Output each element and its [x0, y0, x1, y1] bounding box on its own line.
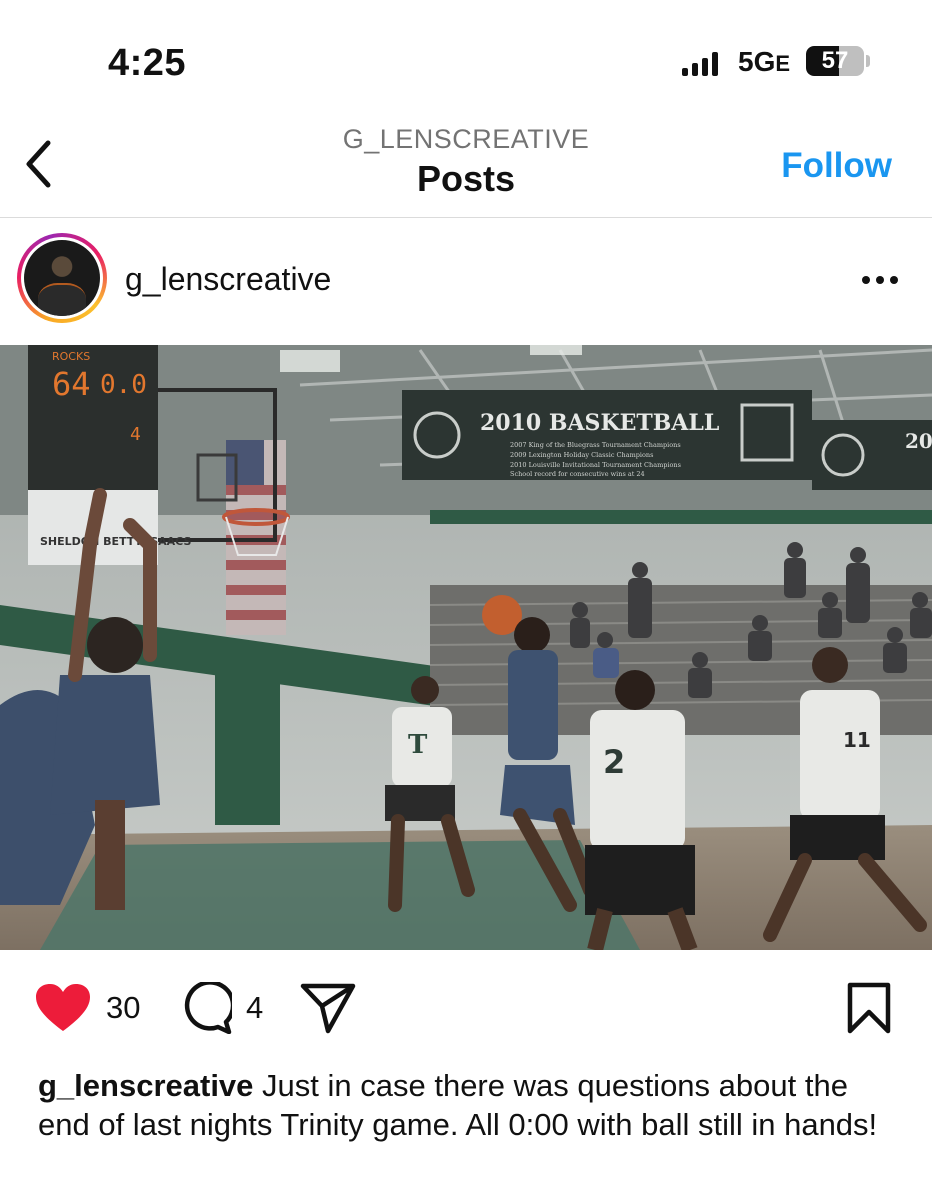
caption-username[interactable]: g_lenscreative — [38, 1068, 253, 1103]
network-suffix: E — [775, 51, 791, 76]
network-type: 5GE — [738, 46, 790, 78]
scoreboard-sponsor: SHELDON BETTY ISAACS — [40, 535, 191, 548]
like-count: 30 — [106, 990, 141, 1025]
banner-line-3: 2010 Louisville Invitational Tournament … — [510, 461, 681, 469]
scoreboard-period: 4 — [130, 424, 141, 445]
comment-icon — [184, 982, 232, 1034]
post-username[interactable]: g_lenscreative — [125, 261, 331, 298]
scoreboard-clock: 0.0 — [100, 370, 147, 400]
battery-tip — [866, 55, 870, 67]
banner-title-2: 20 — [905, 429, 932, 453]
banner-line-4: School record for consecutive wins at 24 — [510, 470, 645, 478]
send-icon — [300, 983, 356, 1034]
banner-line-2: 2009 Lexington Holiday Classic Champions — [510, 451, 653, 459]
network-label: 5G — [738, 46, 776, 77]
comment-button[interactable]: 4 — [180, 982, 263, 1034]
share-button[interactable] — [300, 982, 356, 1034]
jersey-2: 2 — [603, 743, 625, 781]
ellipsis-icon — [862, 276, 898, 284]
profile-posts-header: G_LENSCREATIVE Posts Follow — [0, 110, 932, 218]
post-photo[interactable]: ROCKS 64 0.0 4 SHELDON BETTY ISAACS 2010… — [0, 345, 932, 950]
post-actions: 30 4 — [0, 960, 932, 1056]
battery-icon: 57 — [806, 46, 864, 76]
save-button[interactable] — [846, 982, 892, 1034]
follow-button[interactable]: Follow — [781, 146, 892, 186]
bookmark-icon — [847, 982, 891, 1034]
banner-line-1: 2007 King of the Bluegrass Tournament Ch… — [510, 441, 681, 449]
scoreboard-score: 64 — [52, 365, 91, 403]
more-options-button[interactable] — [860, 265, 900, 295]
status-bar: 4:25 5GE 57 — [0, 0, 932, 110]
comment-count: 4 — [246, 990, 264, 1025]
cellular-signal-icon — [682, 52, 718, 76]
post-caption: g_lenscreative Just in case there was qu… — [38, 1066, 908, 1144]
avatar-frame — [21, 237, 103, 319]
post-header: g_lenscreative — [0, 219, 932, 345]
jersey-t: T — [408, 730, 428, 760]
heart-icon — [36, 984, 90, 1031]
status-time: 4:25 — [108, 42, 187, 84]
like-button[interactable]: 30 — [34, 982, 140, 1034]
story-ring[interactable] — [17, 233, 107, 323]
basketball-game-photo: ROCKS 64 0.0 4 SHELDON BETTY ISAACS 2010… — [0, 345, 932, 950]
battery-level: 57 — [821, 47, 849, 74]
scoreboard-home-label: ROCKS — [52, 350, 90, 363]
avatar — [24, 240, 100, 316]
jersey-11: 11 — [843, 728, 871, 752]
banner-title: 2010 BASKETBALL — [480, 410, 719, 436]
